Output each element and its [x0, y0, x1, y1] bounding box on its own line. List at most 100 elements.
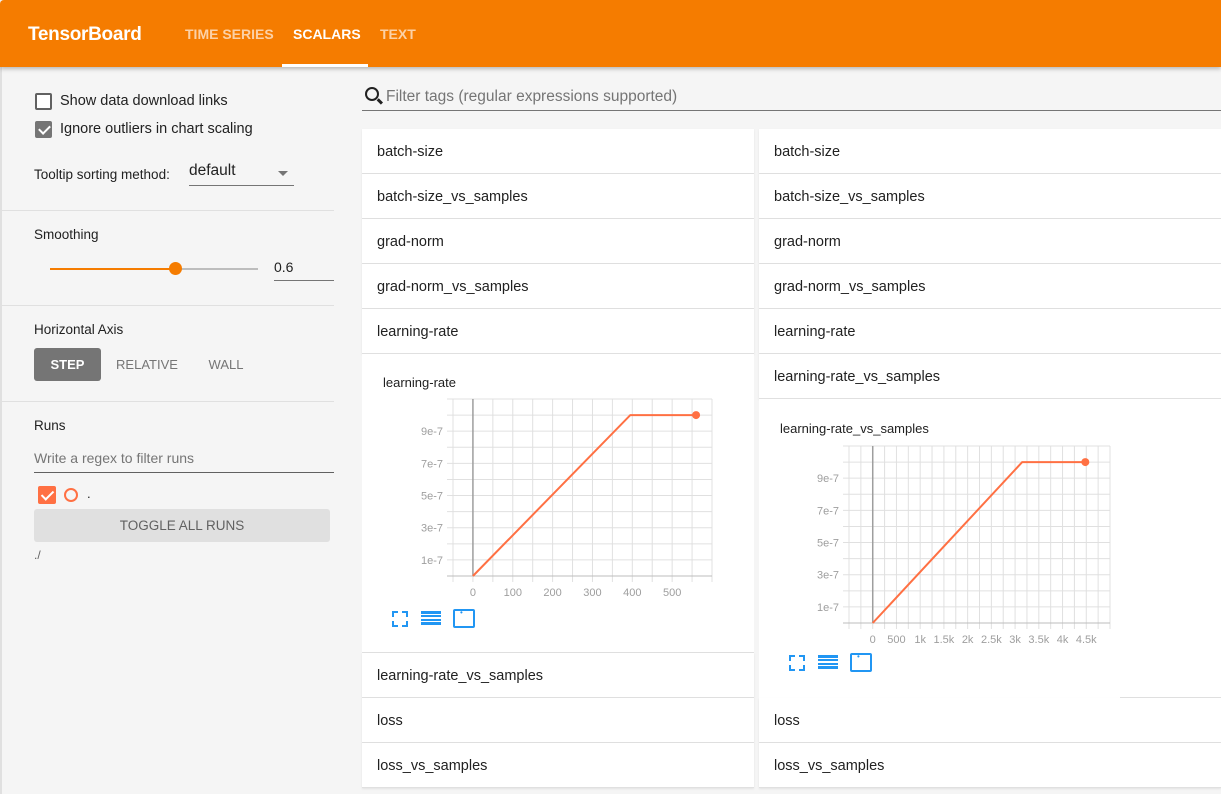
- tag-group[interactable]: grad-norm_vs_samples: [362, 264, 754, 309]
- tag-group[interactable]: grad-norm_vs_samples: [759, 264, 1221, 309]
- run-name: .: [87, 486, 91, 501]
- x-tick-label: 500: [887, 634, 905, 646]
- x-tick-label: 3k: [1009, 634, 1021, 646]
- run-color-radio[interactable]: [64, 488, 78, 502]
- chart-area-right: learning-rate_vs_samples 0 500 1k 1.5k 2k 2.5…: [759, 399, 1221, 698]
- smoothing-slider[interactable]: [50, 262, 258, 275]
- app-title: TensorBoard: [28, 24, 142, 45]
- divider: [2, 401, 334, 402]
- smoothing-slider-thumb[interactable]: [168, 262, 182, 275]
- tag-group[interactable]: batch-size: [759, 129, 1221, 174]
- expand-icon[interactable]: [785, 653, 807, 671]
- y-tick-label: 7e-7: [817, 505, 839, 517]
- tag-group-label: grad-norm_vs_samples: [774, 279, 926, 295]
- x-tick-label: 200: [543, 587, 561, 599]
- run-checkbox[interactable]: [38, 486, 56, 504]
- tag-group-label: learning-rate_vs_samples: [774, 369, 941, 385]
- fit-domain-icon[interactable]: [849, 652, 872, 672]
- tag-group-label: grad-norm_vs_samples: [377, 279, 529, 295]
- axis-wall-button[interactable]: WALL: [198, 348, 254, 381]
- tag-group[interactable]: learning-rate: [759, 309, 1221, 354]
- y-tick-label: 3e-7: [421, 523, 443, 535]
- x-tick-label: 400: [623, 587, 641, 599]
- tag-group-label: loss_vs_samples: [377, 758, 488, 774]
- tag-group-label: batch-size: [774, 144, 841, 160]
- smoothing-slider-fill: [50, 268, 175, 270]
- x-tick-label: 0: [870, 634, 876, 646]
- runs-label: Runs: [34, 418, 66, 433]
- smoothing-input[interactable]: 0.6: [274, 257, 334, 281]
- tag-group-label: grad-norm: [377, 234, 444, 250]
- tag-group-label: learning-rate: [774, 324, 856, 340]
- y-tick-label: 9e-7: [817, 473, 839, 485]
- tag-group[interactable]: batch-size: [362, 129, 754, 174]
- chart-card-learning-rate-vs-samples: learning-rate_vs_samples 0 500 1k 1.5k 2k 2.5…: [759, 399, 1120, 698]
- tag-group[interactable]: grad-norm: [362, 219, 754, 264]
- tag-group-label: batch-size: [377, 144, 444, 160]
- x-tick-label: 500: [663, 587, 681, 599]
- tooltip-sorting-value: default: [189, 162, 236, 179]
- x-tick-label: 300: [583, 587, 601, 599]
- tag-group-expanded[interactable]: learning-rate: [362, 309, 754, 354]
- x-tick-label: 4k: [1057, 634, 1069, 646]
- tag-group-label: grad-norm: [774, 234, 841, 250]
- axis-step-button[interactable]: STEP: [34, 348, 101, 381]
- x-tick-label: 2.5k: [981, 634, 1002, 646]
- axis-relative-button[interactable]: RELATIVE: [109, 348, 185, 381]
- tooltip-sorting-select[interactable]: default: [189, 162, 294, 186]
- y-tick-label: 9e-7: [421, 426, 443, 438]
- tab-text[interactable]: TEXT: [380, 26, 416, 42]
- expand-icon[interactable]: [388, 609, 410, 627]
- tab-time-series[interactable]: TIME SERIES: [185, 26, 274, 42]
- tag-group[interactable]: batch-size_vs_samples: [759, 174, 1221, 219]
- toggle-all-runs-button[interactable]: TOGGLE ALL RUNS: [34, 509, 330, 542]
- tag-group[interactable]: loss: [759, 698, 1221, 743]
- tag-group-expanded[interactable]: learning-rate_vs_samples: [759, 354, 1221, 399]
- x-tick-label: 1k: [914, 634, 926, 646]
- series-last-point: [1081, 458, 1090, 467]
- data-table-icon[interactable]: [817, 653, 839, 671]
- tab-scalars[interactable]: SCALARS: [293, 26, 361, 42]
- tag-group[interactable]: learning-rate_vs_samples: [362, 653, 754, 698]
- show-download-links-checkbox[interactable]: [35, 93, 52, 110]
- tag-group[interactable]: loss_vs_samples: [362, 743, 754, 788]
- runs-filter-input[interactable]: Write a regex to filter runs: [34, 445, 334, 473]
- x-tick-label: 0: [470, 587, 476, 599]
- y-tick-label: 7e-7: [421, 458, 443, 470]
- tag-group[interactable]: loss_vs_samples: [759, 743, 1221, 788]
- smoothing-label: Smoothing: [34, 227, 99, 242]
- tag-column-right: batch-size batch-size_vs_samples grad-no…: [759, 129, 1221, 788]
- logdir-label: ./: [34, 548, 41, 562]
- tag-column-left: batch-size batch-size_vs_samples grad-no…: [362, 129, 754, 788]
- x-tick-label: 100: [504, 587, 522, 599]
- tag-group-label: batch-size_vs_samples: [774, 189, 925, 205]
- y-tick-label: 3e-7: [817, 570, 839, 582]
- ignore-outliers-label: Ignore outliers in chart scaling: [60, 121, 253, 137]
- tag-filter[interactable]: Filter tags (regular expressions support…: [362, 82, 1221, 111]
- y-tick-label: 1e-7: [817, 602, 839, 614]
- fit-domain-icon[interactable]: [452, 608, 475, 628]
- tag-group-label: loss_vs_samples: [774, 758, 885, 774]
- tag-group[interactable]: grad-norm: [759, 219, 1221, 264]
- tag-group-label: learning-rate_vs_samples: [377, 668, 544, 684]
- divider: [2, 210, 334, 211]
- tag-group[interactable]: batch-size_vs_samples: [362, 174, 754, 219]
- top-app-bar: TensorBoard TIME SERIES SCALARS TEXT: [0, 0, 1221, 67]
- tooltip-sorting-label: Tooltip sorting method:: [34, 167, 170, 182]
- tag-group-label: learning-rate: [377, 324, 459, 340]
- series-last-point: [692, 411, 701, 420]
- tag-group-label: loss: [774, 713, 800, 729]
- data-table-icon[interactable]: [420, 609, 442, 627]
- y-tick-label: 5e-7: [421, 491, 443, 503]
- x-tick-label: 4.5k: [1076, 634, 1097, 646]
- tag-group[interactable]: loss: [362, 698, 754, 743]
- chart-toolbar: [785, 652, 872, 672]
- horizontal-axis-label: Horizontal Axis: [34, 322, 124, 337]
- ignore-outliers-checkbox[interactable]: [35, 121, 52, 138]
- tag-filter-input[interactable]: Filter tags (regular expressions support…: [386, 88, 677, 106]
- divider: [2, 305, 334, 306]
- y-tick-label: 1e-7: [421, 555, 443, 567]
- active-tab-indicator: [282, 64, 368, 67]
- chevron-down-icon: [278, 171, 288, 176]
- chart-toolbar: [388, 608, 475, 628]
